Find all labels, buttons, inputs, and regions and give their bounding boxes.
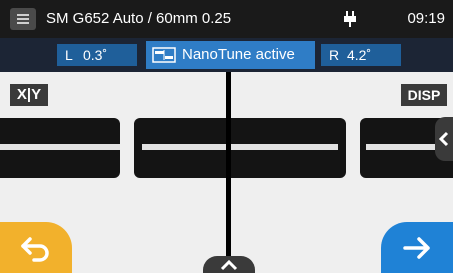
fiber-view: X|Y DISP	[0, 72, 453, 273]
usb-power-icon	[344, 11, 356, 27]
nanotune-icon	[152, 47, 176, 63]
right-arrow-icon	[403, 237, 430, 259]
back-button[interactable]	[0, 222, 72, 273]
menu-icon	[17, 18, 29, 20]
right-angle-badge: R 4.2˚	[321, 44, 401, 66]
left-angle-value: 0.3˚	[83, 47, 108, 63]
fiber-left	[0, 118, 120, 178]
right-angle-label: R	[329, 47, 340, 63]
left-angle-label: L	[65, 47, 73, 63]
next-button[interactable]	[381, 222, 453, 273]
fiber-center	[134, 118, 346, 178]
xy-view-button[interactable]: X|Y	[10, 84, 48, 106]
status-bar: L 0.3˚ NanoTune active R 4.2˚	[0, 38, 453, 72]
menu-icon	[17, 22, 29, 24]
clock: 09:19	[407, 10, 445, 27]
fiber-core	[0, 144, 120, 150]
back-arrow-icon	[21, 237, 49, 262]
chevron-up-icon	[220, 259, 238, 271]
menu-button[interactable]	[10, 8, 36, 30]
fiber-core	[142, 144, 338, 150]
center-line	[226, 72, 231, 273]
left-angle-badge: L 0.3˚	[57, 44, 137, 66]
nanotune-label: NanoTune active	[182, 46, 295, 63]
nanotune-status: NanoTune active	[146, 41, 315, 69]
side-panel-tab[interactable]	[435, 117, 453, 161]
display-button[interactable]: DISP	[401, 84, 447, 106]
bottom-panel-tab[interactable]	[203, 256, 255, 273]
right-angle-value: 4.2˚	[347, 47, 372, 63]
top-bar: SM G652 Auto / 60mm 0.25 09:19	[0, 0, 453, 38]
menu-icon	[17, 14, 29, 16]
chevron-left-icon	[438, 131, 449, 147]
page-title: SM G652 Auto / 60mm 0.25	[46, 10, 232, 27]
